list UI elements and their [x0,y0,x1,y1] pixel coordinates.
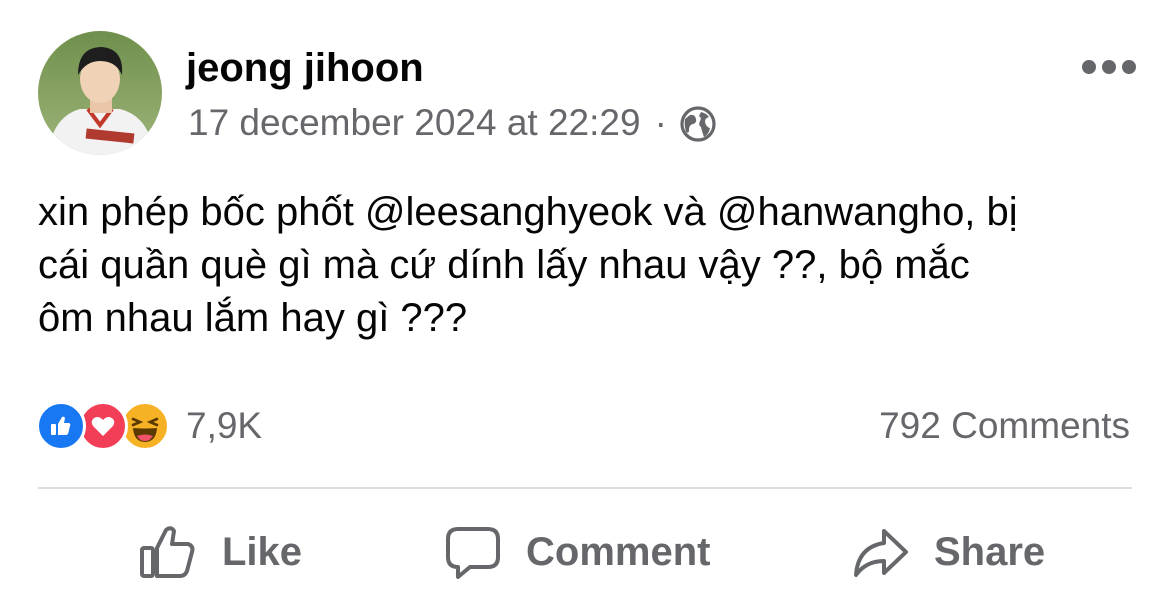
more-options-icon[interactable] [1082,56,1136,78]
reaction-count: 7,9K [186,405,263,446]
like-reaction-icon [36,401,86,451]
profile-photo [38,31,162,155]
comment-bubble-icon [446,527,500,579]
like-label: Like [222,529,303,574]
post-actions-bar: Like Comment Share [0,514,1170,590]
comment-label: Comment [526,529,711,574]
share-arrow-icon [854,529,908,577]
share-label: Share [934,529,1046,574]
post-timestamp[interactable]: 17 december 2024 at 22:29 [188,101,641,145]
meta-separator: · [654,102,667,143]
post-meta: 17 december 2024 at 22:29 · [188,101,717,145]
thumbs-up-icon [140,526,195,578]
share-button[interactable]: Share [852,514,1045,590]
comment-button[interactable]: Comment [444,514,710,590]
post-text: xin phép bốc phốt @leesanghyeok và @hanw… [38,190,1018,340]
like-button[interactable]: Like [138,514,302,590]
divider [38,487,1132,489]
author-name[interactable]: jeong jihoon [186,45,424,91]
globe-icon[interactable] [679,105,717,143]
comments-count-link[interactable]: 792 Comments [879,404,1130,448]
reactions-summary[interactable]: 7,9K [36,401,262,451]
avatar[interactable] [38,31,162,155]
